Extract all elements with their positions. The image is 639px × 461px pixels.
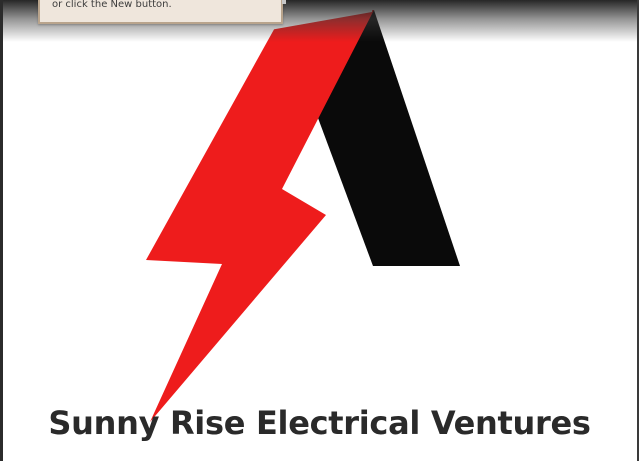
company-name: Sunny Rise Electrical Ventures [48, 404, 591, 442]
tooltip-corner-marker [282, 0, 286, 4]
tooltip-popup: or click the New button. [38, 0, 283, 24]
tooltip-text: or click the New button. [52, 0, 172, 10]
frame-left-edge [0, 0, 3, 461]
video-frame: or click the New button. Sunny Rise Elec… [0, 0, 639, 461]
logo-red-bolt [146, 10, 374, 422]
logo-graphic [146, 8, 460, 422]
